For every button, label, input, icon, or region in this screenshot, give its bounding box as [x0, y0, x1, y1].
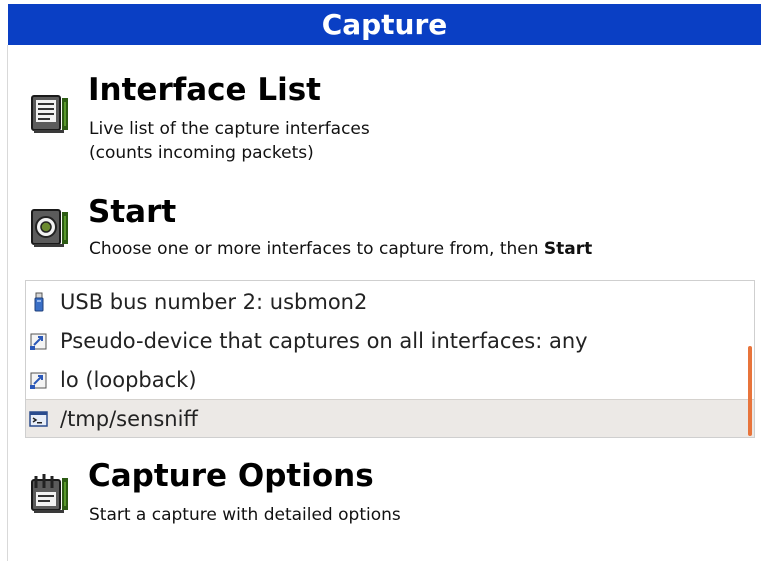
capture-options-desc: Start a capture with detailed options: [89, 505, 401, 525]
interface-row-any[interactable]: Pseudo-device that captures on all inter…: [26, 322, 754, 360]
pipe-terminal-icon: [29, 411, 48, 427]
start-desc-bold: Start: [543, 239, 593, 259]
header-title: Capture: [321, 8, 448, 41]
interface-label: lo (loopback): [60, 368, 197, 392]
interface-list-desc-1: Live list of the capture interfaces: [89, 119, 370, 139]
interface-row-usbmon2[interactable]: USB bus number 2: usbmon2: [26, 283, 754, 321]
start-desc-text: Choose one or more interfaces to capture…: [89, 239, 544, 259]
interface-label: /tmp/sensniff: [60, 407, 198, 431]
capture-options-link[interactable]: Capture Options: [88, 458, 374, 494]
start-link[interactable]: Start: [88, 194, 176, 230]
start-capture-icon[interactable]: [28, 206, 72, 250]
capture-options-icon[interactable]: [28, 472, 72, 516]
interface-list-icon[interactable]: [28, 92, 72, 136]
left-border: [7, 45, 8, 561]
interface-list-box[interactable]: USB bus number 2: usbmon2 Pseudo-device …: [25, 280, 755, 438]
network-interface-icon: [30, 333, 47, 350]
interface-label: USB bus number 2: usbmon2: [60, 290, 368, 314]
capture-header: Capture: [8, 4, 761, 45]
list-scrollbar[interactable]: [748, 346, 752, 436]
interface-row-lo[interactable]: lo (loopback): [26, 361, 754, 399]
interface-list-link[interactable]: Interface List: [88, 72, 321, 108]
network-interface-icon: [30, 372, 47, 389]
interface-label: Pseudo-device that captures on all inter…: [60, 329, 588, 353]
interface-row-sensniff[interactable]: /tmp/sensniff: [26, 399, 754, 437]
usb-stick-icon: [34, 292, 44, 312]
interface-list-desc-2: (counts incoming packets): [89, 143, 314, 163]
start-desc: Choose one or more interfaces to capture…: [89, 237, 592, 261]
